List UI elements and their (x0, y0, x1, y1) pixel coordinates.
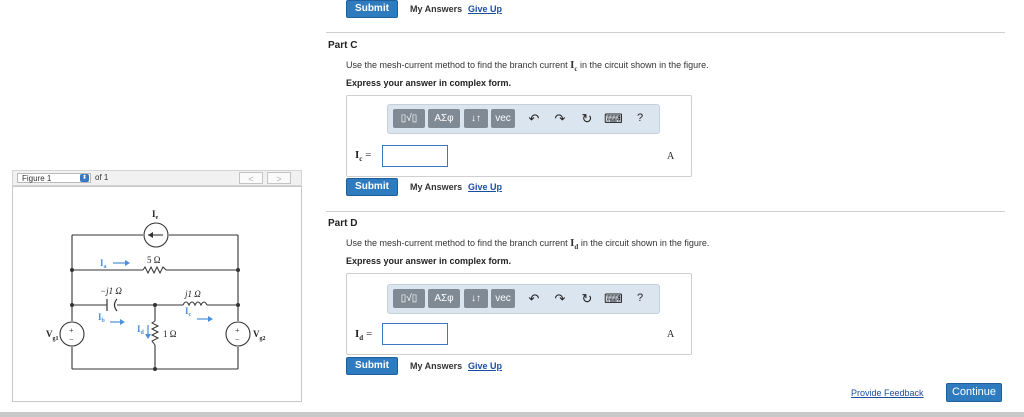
part-c-prompt-after: in the circuit shown in the figure. (580, 60, 709, 70)
redo-icon[interactable]: ↷ (551, 109, 569, 128)
label-vg1: Vg1 (46, 329, 59, 342)
keyboard-icon[interactable]: ⌨ (604, 289, 623, 308)
part-c-submit-button[interactable]: Submit (346, 178, 398, 196)
arrowhead-id (145, 334, 151, 339)
voltage-source-vg1: + − (59, 321, 85, 347)
label-neg-j1-ohm: −j1 Ω (100, 286, 122, 296)
figure-panel: Ie 5 Ω Ia −j1 Ω j1 Ω Ib Ic 1 Ω Id + − Vg… (12, 186, 302, 402)
label-id: Id (137, 324, 145, 336)
part-d-submit-button[interactable]: Submit (346, 357, 398, 375)
figure-select-label: Figure 1 (22, 174, 52, 183)
label-vg2: Vg2 (253, 329, 266, 342)
part-c-my-answers-link[interactable]: My Answers (410, 182, 462, 192)
svg-text:−: − (69, 335, 74, 344)
part-c-prompt-before: Use the mesh-current method to find the … (346, 60, 568, 70)
figure-select[interactable]: Figure 1 ⬍ (17, 173, 91, 183)
voltage-source-vg2: + − (225, 321, 251, 347)
part-c-title: Part C (328, 40, 358, 51)
label-ic: Ic (185, 306, 192, 318)
resistor-1-ohm (150, 320, 160, 346)
label-ia: Ia (100, 258, 107, 270)
subscript-superscript-button[interactable]: ↓↑ (464, 289, 488, 308)
subscript-superscript-button[interactable]: ↓↑ (464, 109, 488, 128)
arrowhead-ic (208, 316, 213, 322)
keyboard-icon[interactable]: ⌨ (604, 109, 623, 128)
divider-top (326, 32, 1005, 33)
my-answers-link-top[interactable]: My Answers (410, 4, 462, 14)
part-d-express: Express your answer in complex form. (346, 256, 512, 266)
part-c-express: Express your answer in complex form. (346, 78, 512, 88)
arrowhead-ia (125, 260, 130, 266)
label-j1-ohm: j1 Ω (184, 289, 201, 299)
undo-icon[interactable]: ↶ (525, 289, 543, 308)
greek-symbols-button[interactable]: ΑΣφ (428, 289, 460, 308)
arrowhead-ib (120, 319, 125, 325)
provide-feedback-link[interactable]: Provide Feedback (851, 388, 924, 398)
part-c-answer-area: ▯√▯ ΑΣφ ↓↑ vec ↶ ↷ ↻ ⌨ ? Ic = A (346, 95, 692, 177)
part-d-answer-area: ▯√▯ ΑΣφ ↓↑ vec ↶ ↷ ↻ ⌨ ? Id = A (346, 273, 692, 355)
part-d-prompt-before: Use the mesh-current method to find the … (346, 238, 568, 248)
part-d-give-up-link[interactable]: Give Up (468, 361, 502, 371)
part-d-variable: Id (570, 237, 579, 252)
part-d-title: Part D (328, 218, 358, 229)
undo-icon[interactable]: ↶ (525, 109, 543, 128)
part-d-answer-label: Id = (355, 328, 373, 343)
part-d-prompt: Use the mesh-current method to find the … (346, 237, 709, 251)
label-ib: Ib (98, 312, 106, 324)
submit-button-top[interactable]: Submit (346, 0, 398, 18)
divider-middle (326, 211, 1005, 212)
svg-text:+: + (235, 326, 240, 335)
current-source (143, 222, 169, 248)
part-d-prompt-after: in the circuit shown in the figure. (580, 238, 710, 248)
inductor (182, 301, 208, 307)
chevron-updown-icon: ⬍ (80, 174, 89, 182)
give-up-link-top[interactable]: Give Up (468, 4, 502, 14)
part-c-give-up-link[interactable]: Give Up (468, 182, 502, 192)
figure-prev-button[interactable]: < (239, 172, 263, 184)
svg-text:−: − (235, 335, 240, 344)
circuit-diagram: Ie 5 Ω Ia −j1 Ω j1 Ω Ib Ic 1 Ω Id + − Vg… (46, 209, 266, 371)
window-bottom-bar (0, 412, 1024, 417)
vector-button[interactable]: vec (491, 289, 515, 308)
label-ie: Ie (152, 209, 159, 221)
resistor-5-ohm (142, 265, 167, 275)
figure-of-label: of 1 (95, 173, 109, 182)
continue-button[interactable]: Continue (946, 383, 1002, 402)
templates-button[interactable]: ▯√▯ (393, 109, 425, 128)
part-d-my-answers-link[interactable]: My Answers (410, 361, 462, 371)
templates-button[interactable]: ▯√▯ (393, 289, 425, 308)
capacitor (106, 298, 118, 312)
part-d-math-toolbar: ▯√▯ ΑΣφ ↓↑ vec ↶ ↷ ↻ ⌨ ? (387, 284, 660, 314)
reset-icon[interactable]: ↻ (578, 289, 596, 308)
part-d-answer-input[interactable] (382, 323, 448, 345)
part-c-answer-label: Ic = (355, 149, 372, 164)
svg-text:+: + (69, 326, 74, 335)
help-icon[interactable]: ? (631, 289, 649, 308)
vector-button[interactable]: vec (491, 109, 515, 128)
part-c-answer-input[interactable] (382, 145, 448, 167)
redo-icon[interactable]: ↷ (551, 289, 569, 308)
part-c-prompt: Use the mesh-current method to find the … (346, 59, 709, 73)
label-5-ohm: 5 Ω (147, 255, 161, 265)
help-icon[interactable]: ? (631, 109, 649, 128)
part-c-unit: A (667, 151, 675, 162)
part-c-math-toolbar: ▯√▯ ΑΣφ ↓↑ vec ↶ ↷ ↻ ⌨ ? (387, 104, 660, 134)
figure-header: Figure 1 ⬍ of 1 < > (12, 170, 302, 186)
part-c-variable: Ic (570, 59, 578, 74)
figure-next-button[interactable]: > (267, 172, 291, 184)
greek-symbols-button[interactable]: ΑΣφ (428, 109, 460, 128)
part-d-unit: A (667, 329, 675, 340)
reset-icon[interactable]: ↻ (578, 109, 596, 128)
label-1-ohm: 1 Ω (163, 329, 177, 339)
